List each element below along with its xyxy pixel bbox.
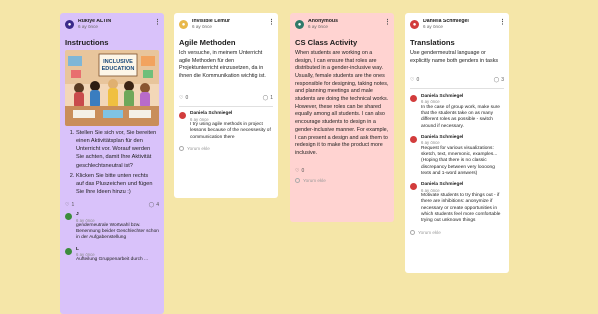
comment: J 6 ay önce genderneutrale Wortwahl bzw.… <box>60 210 164 245</box>
post-title: Translations <box>410 38 455 47</box>
add-comment-icon <box>179 145 184 151</box>
instruction-step: Stellen Sie sich vor, Sie bereiten einen… <box>76 129 157 170</box>
comment: L 6 ay önce Aufteilung Gruppenarbeit dur… <box>60 245 164 267</box>
comment-icon: ◯ <box>148 201 155 208</box>
avatar: ● <box>295 20 304 29</box>
comment: Daniela Schmiegel 6 ay önce I try using … <box>174 109 278 144</box>
comment-count: 4 <box>156 201 159 208</box>
divider <box>410 88 504 89</box>
comment-count: 3 <box>501 77 504 84</box>
timestamp: 6 ay önce <box>308 24 328 30</box>
more-options-icon[interactable]: ⋮ <box>154 19 161 26</box>
reactions-bar: ♡ 0 ◯ 3 <box>405 75 509 85</box>
post-card-cs-class-activity[interactable]: ● Anonymous 6 ay önce ⋮ CS Class Activit… <box>290 13 394 222</box>
post-title: CS Class Activity <box>295 38 358 47</box>
post-body: Use gendermeutral language or explicitly… <box>410 50 499 64</box>
avatar <box>410 183 417 191</box>
post-header: ● Invisible Lemur 6 ay önce ⋮ <box>174 13 278 35</box>
image-caption-line-1: INCLUSIVE <box>103 59 133 65</box>
post-body: Ich versuche, in meinem Unterricht agile… <box>179 50 266 80</box>
comment: Daniela Schmiegel 6 ay önce Request for … <box>405 133 509 180</box>
like-count: 0 <box>301 167 305 174</box>
avatar: ● <box>179 20 188 29</box>
comment-text: genderneutrale Wortwahl bzw. Benennung b… <box>76 222 159 241</box>
heart-icon: ♡ <box>410 77 415 84</box>
add-comment-placeholder: Yorum ekle <box>418 229 441 235</box>
reactions-bar: ♡ 1 ◯ 4 <box>60 200 164 210</box>
like-button[interactable]: ♡ 0 <box>295 168 304 174</box>
like-count: 0 <box>185 94 189 101</box>
add-comment-input[interactable]: Yorum ekle <box>174 144 278 153</box>
avatar <box>410 94 417 102</box>
like-button[interactable]: ♡ 0 <box>179 95 188 101</box>
post-title: Instructions <box>65 38 109 47</box>
more-options-icon[interactable]: ⋮ <box>384 19 391 26</box>
comment-text: Motivate students to try things out - if… <box>421 192 501 224</box>
comment-text: I try using agile methods in project les… <box>190 121 271 140</box>
comment-button[interactable]: ◯ 4 <box>149 202 159 208</box>
more-options-icon[interactable]: ⋮ <box>499 19 506 26</box>
like-button[interactable]: ♡ 0 <box>410 77 419 83</box>
instruction-steps: Stellen Sie sich vor, Sie bereiten einen… <box>60 126 164 196</box>
heart-icon: ♡ <box>179 94 184 101</box>
comment-button[interactable]: ◯ 1 <box>263 95 273 101</box>
post-image[interactable]: INCLUSIVE EDUCATION <box>65 50 159 127</box>
add-comment-input[interactable]: Yorum ekle <box>290 176 394 185</box>
avatar <box>65 247 72 255</box>
add-comment-placeholder: Yorum ekle <box>303 177 326 183</box>
comment-icon: ◯ <box>262 94 269 101</box>
like-count: 1 <box>71 201 75 208</box>
post-title: Agile Methoden <box>179 38 236 47</box>
instruction-step: Klicken Sie bitte unten rechts auf das P… <box>76 172 157 196</box>
avatar: ● <box>65 20 74 29</box>
post-card-agile-methoden[interactable]: ● Invisible Lemur 6 ay önce ⋮ Agile Meth… <box>174 13 278 198</box>
comment: Daniela Schmiegel 6 ay önce In the case … <box>405 92 509 133</box>
more-options-icon[interactable]: ⋮ <box>268 19 275 26</box>
post-body: When students are working on a design, I… <box>295 50 389 156</box>
classroom-illustration: INCLUSIVE EDUCATION <box>65 50 159 127</box>
add-comment-input[interactable]: Yorum ekle <box>405 228 509 237</box>
like-count: 0 <box>416 77 420 84</box>
post-header: ● Anonymous 6 ay önce ⋮ <box>290 13 394 35</box>
like-button[interactable]: ♡ 1 <box>65 202 74 208</box>
add-comment-icon <box>410 229 415 235</box>
comment-button[interactable]: ◯ 3 <box>494 77 504 83</box>
timestamp: 6 ay önce <box>423 24 443 30</box>
avatar <box>65 212 72 220</box>
comment-icon: ◯ <box>493 77 500 84</box>
timestamp: 6 ay önce <box>78 24 98 30</box>
comment: Daniela Schmiegel 6 ay önce Motivate stu… <box>405 180 509 227</box>
heart-icon: ♡ <box>65 201 70 208</box>
comment-count: 1 <box>270 94 273 101</box>
post-header: ● Daniela Schmiegel 6 ay önce ⋮ <box>405 13 509 35</box>
reactions-bar: ♡ 0 ◯ 1 <box>174 93 278 103</box>
add-comment-icon <box>295 177 300 183</box>
avatar: ● <box>410 20 419 29</box>
post-card-translations[interactable]: ● Daniela Schmiegel 6 ay önce ⋮ Translat… <box>405 13 509 273</box>
add-comment-placeholder: Yorum ekle <box>187 145 210 151</box>
comment-text: Request for various visualizations: sket… <box>421 145 498 176</box>
timestamp: 6 ay önce <box>192 24 212 30</box>
divider <box>179 105 273 107</box>
heart-icon: ♡ <box>295 167 300 174</box>
post-card-instructions[interactable]: ● Rukiye ALTIN 6 ay önce ⋮ Instructions … <box>60 13 164 314</box>
image-caption-line-2: EDUCATION <box>102 66 135 72</box>
comment-text: In the case of group work, make sure tha… <box>421 104 500 129</box>
avatar <box>179 112 186 120</box>
post-header: ● Rukiye ALTIN 6 ay önce ⋮ <box>60 13 164 35</box>
avatar <box>410 135 417 143</box>
comment-text: Aufteilung Gruppenarbeit durch ... <box>76 257 148 263</box>
reactions-bar: ♡ 0 <box>290 166 394 176</box>
